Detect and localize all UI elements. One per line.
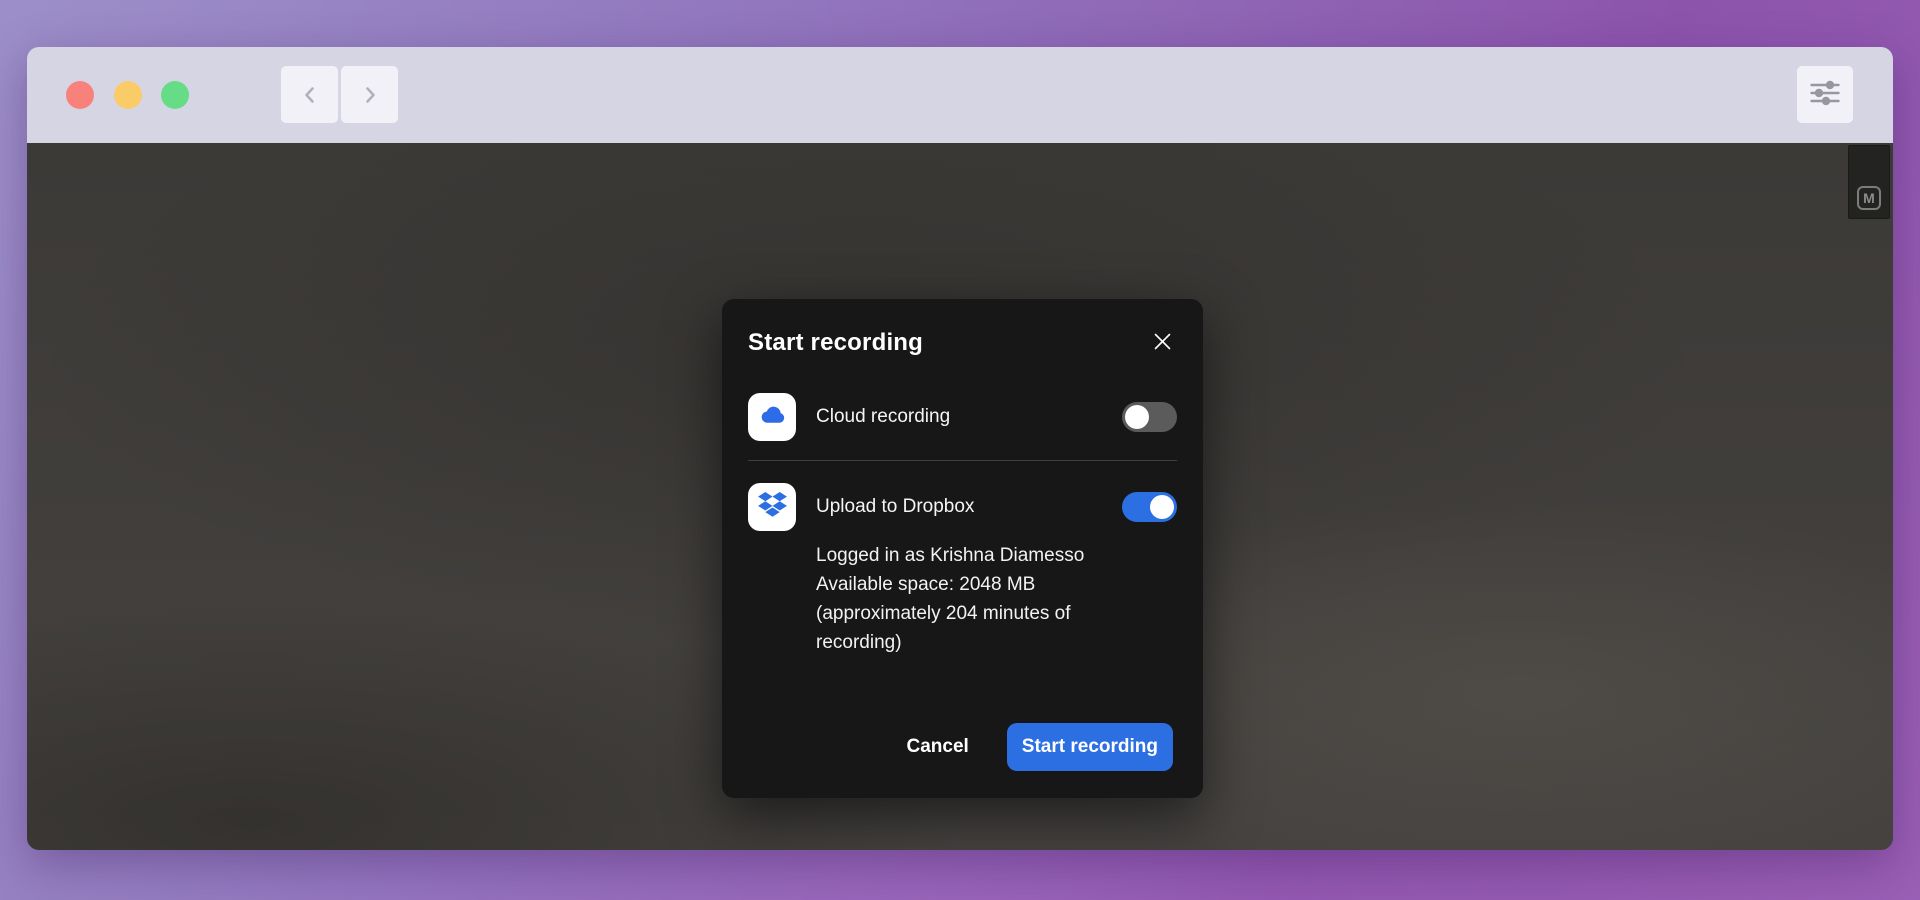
start-recording-dialog: Start recording — [722, 299, 1203, 798]
side-extension-strip: M — [1848, 145, 1890, 219]
dialog-header: Start recording — [748, 327, 1177, 359]
shared-screen-area: M Start recording — [27, 143, 1893, 850]
recording-time-line: (approximately 204 minutes of recording) — [816, 599, 1126, 657]
m-extension-badge[interactable]: M — [1857, 186, 1881, 210]
titlebar — [27, 47, 1893, 143]
dialog-actions: Cancel Start recording — [906, 723, 1173, 771]
start-recording-button[interactable]: Start recording — [1007, 723, 1173, 771]
minimize-traffic-light[interactable] — [114, 81, 142, 109]
available-space-line: Available space: 2048 MB — [816, 570, 1126, 599]
logged-in-line: Logged in as Krishna Diamesso — [816, 541, 1126, 570]
close-traffic-light[interactable] — [66, 81, 94, 109]
dropbox-upload-toggle[interactable] — [1122, 492, 1177, 522]
dropbox-upload-label: Upload to Dropbox — [816, 496, 974, 518]
cloud-recording-toggle[interactable] — [1122, 402, 1177, 432]
row-divider — [748, 460, 1177, 461]
close-dialog-button[interactable] — [1148, 327, 1177, 359]
zoom-traffic-light[interactable] — [161, 81, 189, 109]
cloud-recording-row: Cloud recording — [748, 393, 1177, 441]
sliders-icon — [1810, 80, 1840, 109]
cloud-recording-label: Cloud recording — [816, 406, 950, 428]
browser-window: M Start recording — [27, 47, 1893, 850]
close-icon — [1152, 331, 1173, 355]
cloud-icon — [759, 405, 786, 430]
settings-button[interactable] — [1797, 66, 1853, 123]
desktop-background: M Start recording — [0, 0, 1920, 900]
dropbox-account-details: Logged in as Krishna Diamesso Available … — [816, 541, 1126, 657]
back-button[interactable] — [281, 66, 338, 123]
toggle-knob — [1125, 405, 1149, 429]
nav-button-group — [281, 66, 398, 123]
cancel-button[interactable]: Cancel — [906, 736, 968, 758]
cloud-app-tile — [748, 393, 796, 441]
dropbox-icon — [758, 492, 787, 522]
dropbox-upload-row: Upload to Dropbox — [748, 483, 1177, 531]
toggle-knob — [1150, 495, 1174, 519]
dialog-title: Start recording — [748, 329, 923, 357]
dropbox-app-tile — [748, 483, 796, 531]
forward-button[interactable] — [341, 66, 398, 123]
chevron-left-icon — [299, 84, 321, 106]
chevron-right-icon — [359, 84, 381, 106]
